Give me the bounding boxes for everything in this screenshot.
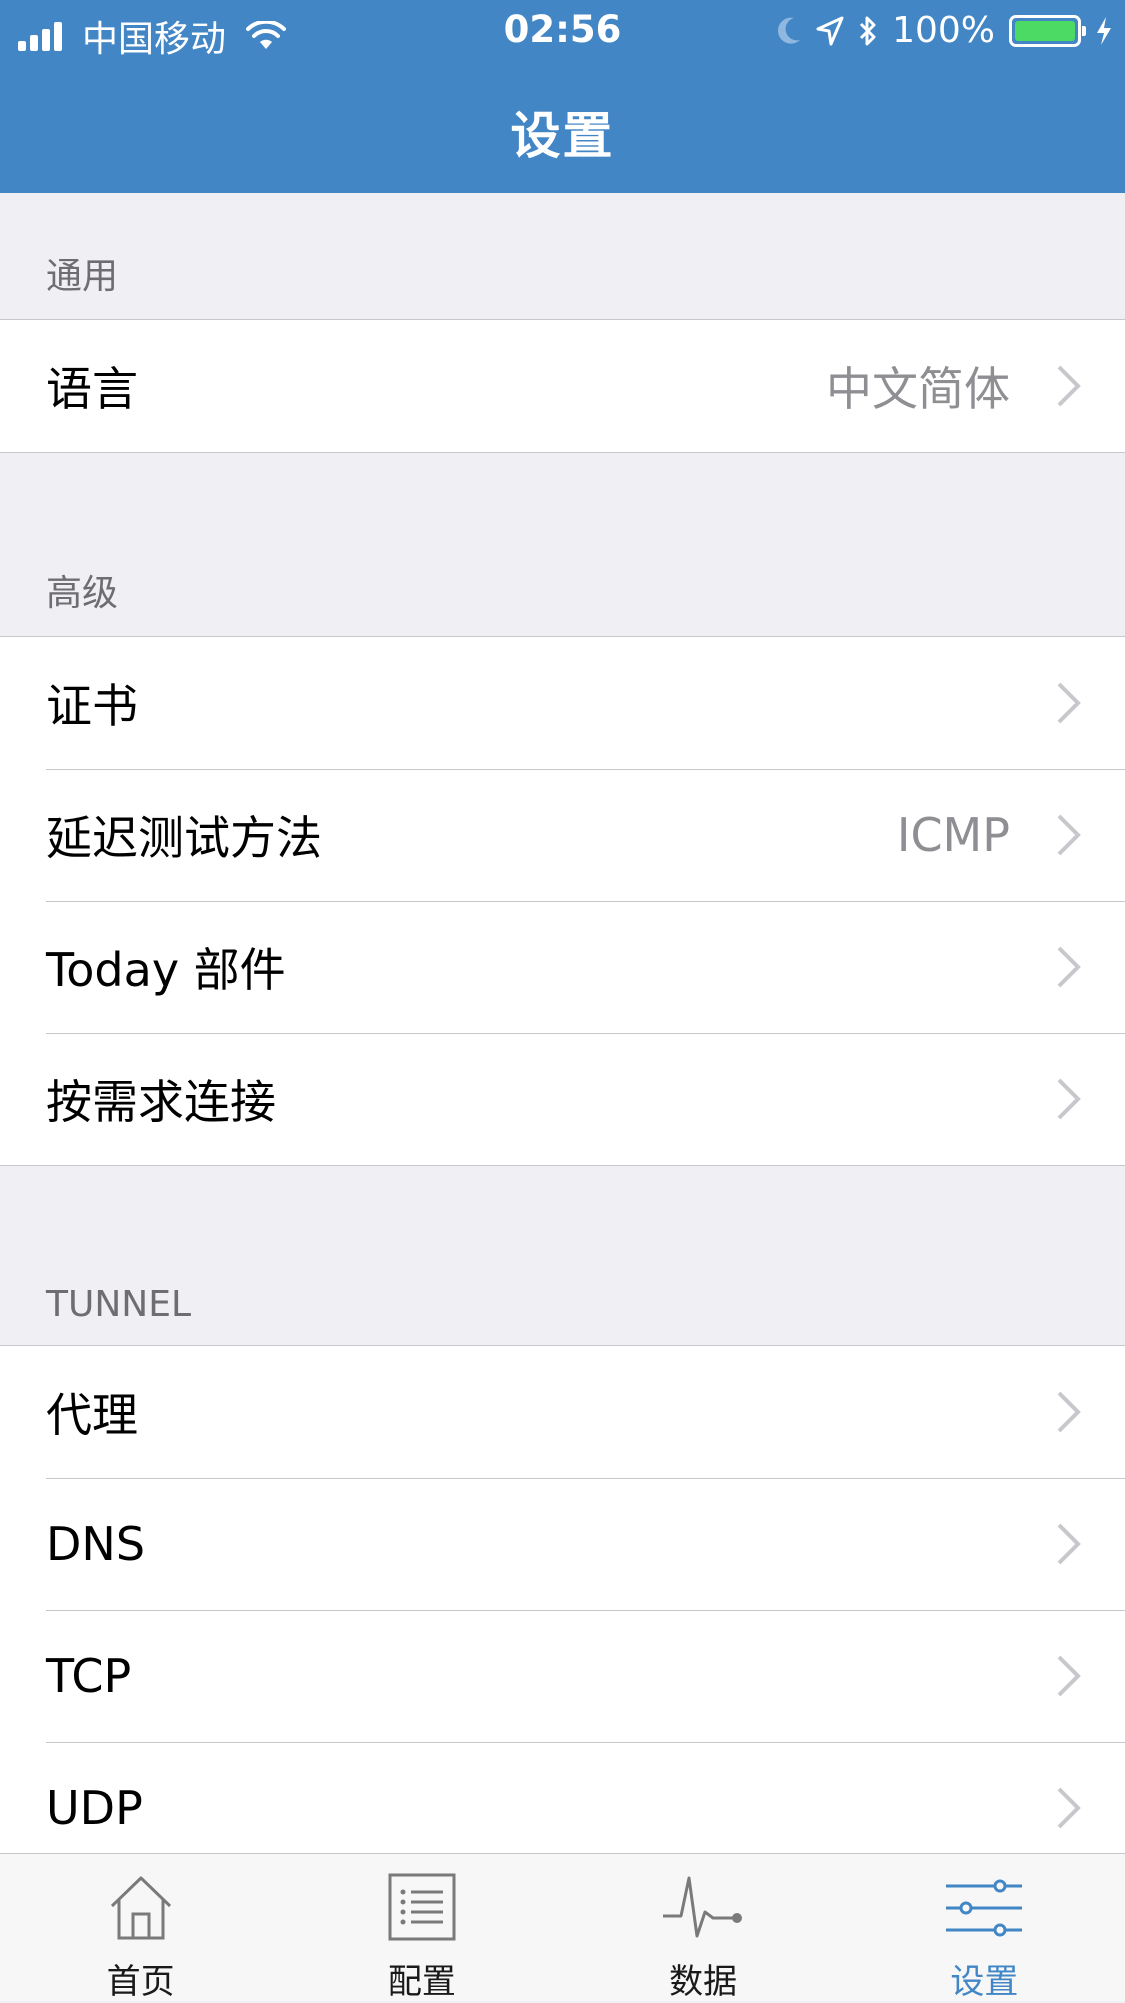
home-icon bbox=[110, 1876, 171, 1940]
status-bar: 中国移动 02:56 100% bbox=[0, 0, 1125, 62]
tab-label: 设置 bbox=[950, 1962, 1019, 2002]
tab-home[interactable]: 首页 bbox=[0, 1854, 281, 2002]
charging-bolt-icon bbox=[1097, 16, 1111, 45]
settings-row-latency-test-method[interactable]: 延迟测试方法 ICMP bbox=[0, 769, 1125, 901]
tab-label: 配置 bbox=[387, 1962, 456, 2002]
chevron-right-icon bbox=[1057, 682, 1081, 724]
chevron-right-icon bbox=[1057, 1391, 1081, 1433]
navigation-header: 中国移动 02:56 100% 设置 bbox=[0, 0, 1125, 193]
settings-row-proxy[interactable]: 代理 bbox=[0, 1346, 1125, 1478]
page-title: 设置 bbox=[510, 107, 615, 165]
status-right: 100% bbox=[762, 10, 1113, 51]
settings-row-tcp[interactable]: TCP bbox=[0, 1610, 1125, 1742]
tab-label: 数据 bbox=[669, 1962, 738, 2002]
settings-row-udp[interactable]: UDP bbox=[0, 1742, 1125, 1853]
settings-group-tunnel: 代理 DNS TCP UDP bbox=[0, 1345, 1125, 1853]
row-label: 证书 bbox=[46, 679, 138, 733]
section-header-label: 高级 bbox=[46, 573, 119, 614]
chevron-right-icon bbox=[1057, 1523, 1081, 1565]
section-header-tunnel: TUNNEL bbox=[0, 1166, 1125, 1345]
location-arrow-icon bbox=[816, 16, 844, 45]
section-header-label: TUNNEL bbox=[46, 1284, 192, 1325]
row-label: Today 部件 bbox=[46, 943, 286, 997]
chevron-right-icon bbox=[1057, 365, 1081, 407]
battery-percentage: 100% bbox=[892, 10, 995, 51]
chevron-right-icon bbox=[1057, 1787, 1081, 1829]
tab-label: 首页 bbox=[106, 1962, 175, 2002]
row-label: UDP bbox=[46, 1781, 143, 1835]
list-icon bbox=[388, 1873, 456, 1941]
settings-group-advanced: 证书 延迟测试方法 ICMP Today 部件 按需求连接 bbox=[0, 636, 1125, 1166]
settings-row-dns[interactable]: DNS bbox=[0, 1478, 1125, 1610]
tab-data[interactable]: 数据 bbox=[563, 1854, 844, 2002]
settings-row-connect-on-demand[interactable]: 按需求连接 bbox=[0, 1033, 1125, 1165]
settings-group-general: 语言 中文简体 bbox=[0, 319, 1125, 453]
settings-row-certificate[interactable]: 证书 bbox=[0, 637, 1125, 769]
tab-config[interactable]: 配置 bbox=[281, 1854, 562, 2002]
chevron-right-icon bbox=[1057, 1078, 1081, 1120]
settings-row-today-widget[interactable]: Today 部件 bbox=[0, 901, 1125, 1033]
pulse-icon bbox=[663, 1876, 743, 1938]
settings-list[interactable]: 通用 语言 中文简体 高级 证书 延迟测试方法 ICMP Today 部件 按需… bbox=[0, 193, 1125, 1853]
row-label: DNS bbox=[46, 1517, 146, 1571]
battery-level bbox=[1015, 20, 1075, 41]
battery-icon bbox=[1009, 14, 1086, 47]
section-header-general: 通用 bbox=[0, 193, 1125, 319]
sliders-icon bbox=[946, 1879, 1023, 1937]
chevron-right-icon bbox=[1057, 946, 1081, 988]
moon-icon bbox=[778, 17, 801, 44]
tab-bar: 首页 配置 数据 设置 bbox=[0, 1853, 1125, 2002]
row-label: TCP bbox=[46, 1649, 132, 1703]
bluetooth-icon bbox=[860, 16, 876, 45]
row-label: 语言 bbox=[46, 362, 138, 416]
chevron-right-icon bbox=[1057, 1655, 1081, 1697]
section-header-advanced: 高级 bbox=[0, 453, 1125, 636]
section-header-label: 通用 bbox=[46, 256, 119, 297]
tab-settings[interactable]: 设置 bbox=[844, 1854, 1125, 2002]
settings-row-language[interactable]: 语言 中文简体 bbox=[0, 320, 1125, 452]
row-label: 按需求连接 bbox=[46, 1075, 276, 1129]
chevron-right-icon bbox=[1057, 814, 1081, 856]
row-value: 中文简体 bbox=[826, 362, 1010, 416]
row-value: ICMP bbox=[896, 808, 1010, 862]
row-label: 代理 bbox=[46, 1388, 138, 1442]
row-label: 延迟测试方法 bbox=[46, 811, 322, 865]
